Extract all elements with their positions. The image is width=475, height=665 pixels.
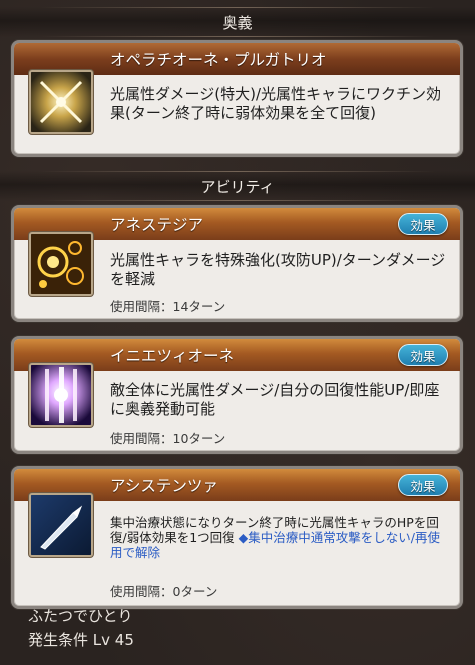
effect-badge-button[interactable]: 効果 bbox=[398, 474, 448, 496]
ability-name: アシステンツァ bbox=[110, 477, 218, 495]
effect-badge-button[interactable]: 効果 bbox=[398, 213, 448, 235]
ability-section-header: アビリティ bbox=[0, 171, 475, 201]
ougi-header-label: 奥義 bbox=[222, 13, 253, 32]
ability-card-assistenza[interactable]: アシステンツァ 効果 集中治療状態になりターン終了時に光属性キャラのHPを回復/… bbox=[11, 466, 463, 609]
ability-cooldown: 使用間隔：10ターン bbox=[110, 431, 226, 446]
support-ability-condition: 発生条件 Lv 45 bbox=[28, 631, 134, 649]
light-pillars-icon bbox=[29, 363, 93, 427]
ougi-section-header: 奥義 bbox=[0, 7, 475, 37]
ability-name: アネステジア bbox=[110, 216, 204, 234]
ability-cooldown: 使用間隔：14ターン bbox=[110, 299, 226, 314]
ability-description: 敵全体に光属性ダメージ/自分の回復性能UP/即座に奥義発動可能 bbox=[110, 381, 440, 418]
ability-description: 集中治療状態になりターン終了時に光属性キャラのHPを回復/弱体効果を1つ回復 ◆… bbox=[110, 515, 450, 560]
crossed-swords-icon bbox=[29, 70, 93, 134]
ability-card-iniezione[interactable]: イニエツィオーネ 効果 敵全体に光属性ダメージ/自分の回復性能UP/即座に奥義発… bbox=[11, 336, 463, 454]
gold-rings-icon bbox=[29, 232, 93, 296]
ougi-name: オペラチオーネ・プルガトリオ bbox=[110, 51, 327, 69]
ougi-description: 光属性ダメージ(特大)/光属性キャラにワクチン効果(ターン終了時に弱体効果を全て… bbox=[110, 85, 442, 122]
support-ability-info: ふたつでひとり 発生条件 Lv 45 bbox=[28, 604, 134, 652]
effect-badge-button[interactable]: 効果 bbox=[398, 344, 448, 366]
scalpel-icon bbox=[29, 493, 93, 557]
ability-header-label: アビリティ bbox=[200, 177, 275, 196]
support-ability-name: ふたつでひとり bbox=[28, 607, 133, 625]
ougi-card[interactable]: オペラチオーネ・プルガトリオ 光属性ダメージ(特大)/光属性キャラにワクチン効果… bbox=[11, 40, 463, 157]
ability-cooldown: 使用間隔：0ターン bbox=[110, 584, 218, 599]
ability-card-anestesia[interactable]: アネステジア 効果 光属性キャラを特殊強化(攻防UP)/ターンダメージを軽減 使… bbox=[11, 205, 463, 322]
ability-name: イニエツィオーネ bbox=[110, 347, 235, 365]
ability-description: 光属性キャラを特殊強化(攻防UP)/ターンダメージを軽減 bbox=[110, 251, 446, 288]
